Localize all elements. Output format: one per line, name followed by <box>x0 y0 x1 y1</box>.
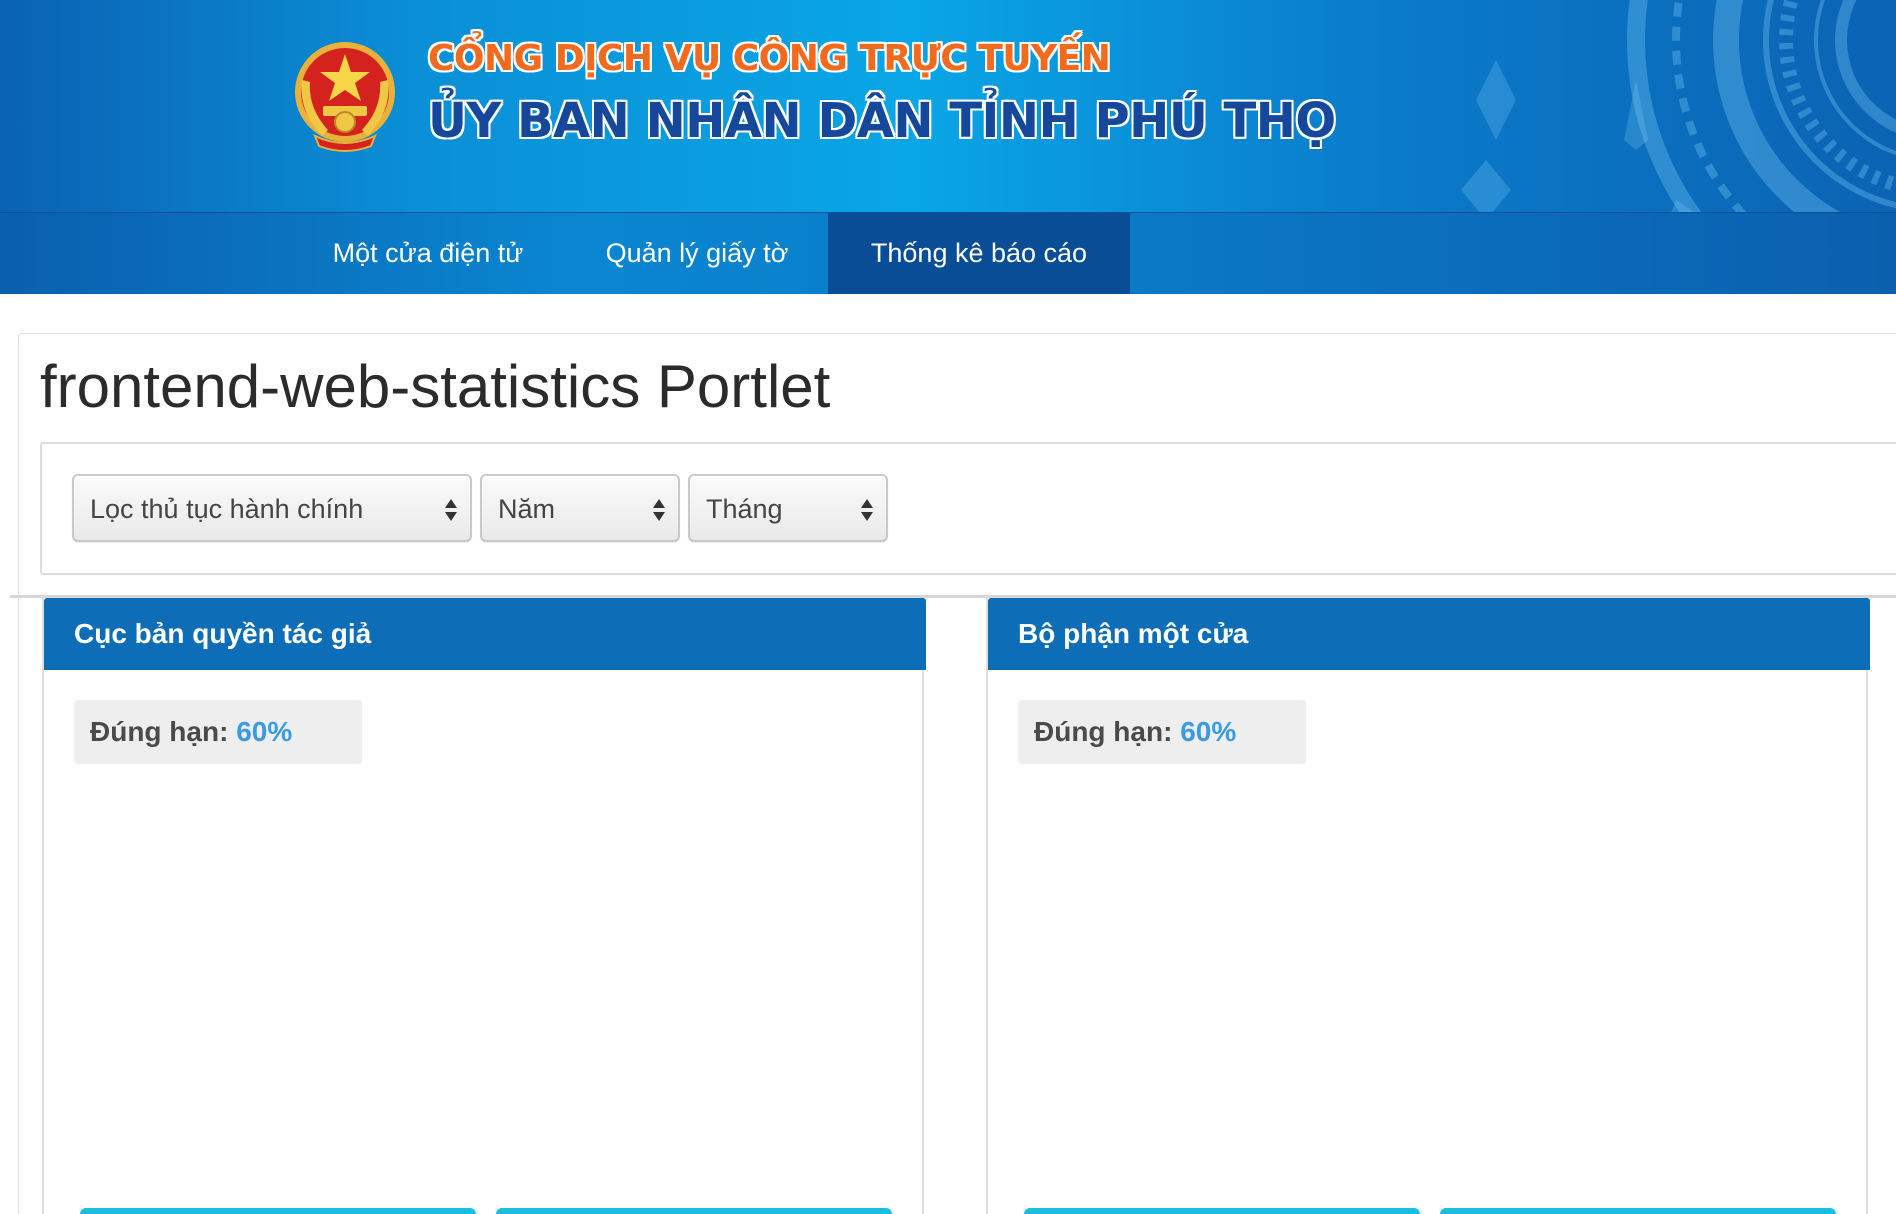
nav-item-quan-ly-giay-to[interactable]: Quản lý giấy tờ <box>577 213 817 294</box>
year-filter-select[interactable]: Năm <box>480 474 680 542</box>
select-arrows-icon <box>445 499 457 521</box>
on-time-value: 60% <box>236 716 293 747</box>
year-filter-value: Năm <box>498 494 556 524</box>
stats-panel-bo-phan-mot-cua: Bộ phận một cửa Đúng hạn: 60% <box>986 598 1870 1214</box>
nav-item-thong-ke-bao-cao[interactable]: Thống kê báo cáo <box>828 213 1130 294</box>
main-navbar: Một cửa điện tử Quản lý giấy tờ Thống kê… <box>0 212 1896 294</box>
panel-title: Cục bản quyền tác giả <box>74 618 372 649</box>
on-time-value: 60% <box>1180 716 1237 747</box>
month-filter-value: Tháng <box>706 494 783 524</box>
on-time-stat: Đúng hạn: 60% <box>90 700 292 764</box>
select-arrows-icon <box>653 499 665 521</box>
on-time-stat: Đúng hạn: 60% <box>1034 700 1236 764</box>
procedure-filter-select[interactable]: Lọc thủ tục hành chính <box>72 474 472 542</box>
on-time-badge: Đúng hạn: 60% <box>74 700 362 764</box>
site-title: ỦY BAN NHÂN DÂN TỈNH PHÚ THỌ <box>428 93 1336 149</box>
nav-item-mot-cua-dien-tu[interactable]: Một cửa điện tử <box>302 213 554 294</box>
select-arrows-icon <box>861 499 873 521</box>
procedure-filter-value: Lọc thủ tục hành chính <box>90 494 364 524</box>
panel-header: Bộ phận một cửa <box>988 598 1870 670</box>
on-time-label: Đúng hạn: <box>90 716 229 747</box>
on-time-label: Đúng hạn: <box>1034 716 1173 747</box>
national-emblem-icon <box>295 42 395 152</box>
panel-action-bar[interactable] <box>1024 1208 1420 1214</box>
panel-title: Bộ phận một cửa <box>1018 618 1249 649</box>
month-filter-select[interactable]: Tháng <box>688 474 888 542</box>
panel-action-bar[interactable] <box>80 1208 476 1214</box>
drum-pattern-decoration <box>1461 0 1896 212</box>
panel-action-bar[interactable] <box>1440 1208 1836 1214</box>
panel-header: Cục bản quyền tác giả <box>44 598 926 670</box>
on-time-badge: Đúng hạn: 60% <box>1018 700 1306 764</box>
portlet-title: frontend-web-statistics Portlet <box>40 353 831 420</box>
panel-action-bar[interactable] <box>496 1208 892 1214</box>
site-tagline: CỔNG DỊCH VỤ CÔNG TRỰC TUYẾN <box>428 38 1111 79</box>
stats-panel-cuc-ban-quyen: Cục bản quyền tác giả Đúng hạn: 60% <box>42 598 926 1214</box>
site-header: CỔNG DỊCH VỤ CÔNG TRỰC TUYẾN ỦY BAN NHÂN… <box>0 0 1896 212</box>
